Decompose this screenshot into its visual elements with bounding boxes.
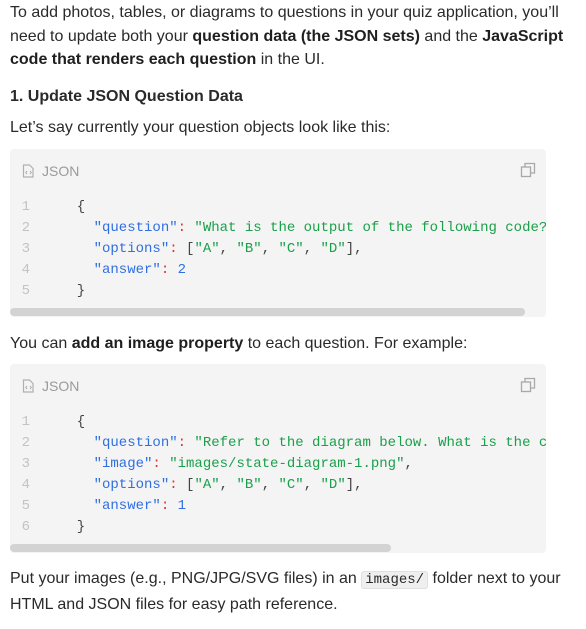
code-line: 5 "answer": 1 bbox=[10, 496, 546, 517]
line-number: 5 bbox=[21, 282, 30, 299]
line-number: 2 bbox=[21, 435, 30, 451]
scrollbar-thumb[interactable] bbox=[10, 544, 391, 552]
code-block-1: JSON 1 {2 "question": "What is the output… bbox=[10, 148, 546, 317]
code-token: "D" bbox=[320, 477, 346, 493]
code-token: , bbox=[219, 240, 237, 257]
text: Put your images (e.g., PNG/JPG/SVG files… bbox=[10, 570, 362, 587]
code-token: "answer" bbox=[60, 498, 161, 514]
code-token: : bbox=[160, 261, 170, 278]
line-number: 5 bbox=[21, 498, 30, 514]
code-token: "image" bbox=[60, 456, 153, 472]
language-label: JSON bbox=[42, 162, 80, 179]
code-block-2: JSON 1 {2 "question": "Refer to the diagr… bbox=[10, 364, 546, 553]
code-token: 2 bbox=[169, 261, 187, 278]
code-token: } bbox=[60, 282, 86, 299]
lead-paragraph: Let’s say currently your question object… bbox=[10, 119, 391, 136]
intro-paragraph: To add photos, tables, or diagrams to qu… bbox=[10, 0, 576, 72]
code-token: : bbox=[169, 477, 178, 493]
line-number: 3 bbox=[21, 240, 30, 257]
code-token: "question" bbox=[60, 219, 178, 236]
code-token: , bbox=[261, 477, 279, 493]
code-lines: 1 {2 "question": "What is the output of … bbox=[10, 193, 546, 308]
bold-text: add an image property bbox=[71, 334, 244, 352]
line-number: 2 bbox=[21, 219, 30, 236]
line-number: 1 bbox=[21, 198, 30, 215]
code-token: 1 bbox=[169, 498, 187, 514]
code-line: 4 "options": ["A", "B", "C", "D"], bbox=[10, 475, 546, 496]
language-label: JSON bbox=[42, 378, 80, 394]
section-heading: 1. Update JSON Question Data bbox=[10, 87, 243, 105]
code-line: 2 "question": "Refer to the diagram belo… bbox=[10, 433, 546, 454]
code-token: "B" bbox=[236, 477, 262, 493]
line-number: 4 bbox=[21, 261, 30, 278]
code-token: { bbox=[60, 414, 86, 430]
code-line: 3 "options": ["A", "B", "C", "D"], bbox=[10, 239, 546, 260]
code-token: "answer" bbox=[60, 261, 161, 278]
file-code-icon bbox=[22, 379, 34, 393]
code-line: 3 "image": "images/state-diagram-1.png", bbox=[10, 454, 546, 475]
code-token: "options" bbox=[60, 477, 170, 493]
code-token: [ bbox=[177, 240, 195, 257]
closing-paragraph: Put your images (e.g., PNG/JPG/SVG files… bbox=[10, 567, 576, 616]
code-token: "Refer to the diagram below. What is the… bbox=[194, 435, 546, 451]
code-token: } bbox=[60, 519, 86, 535]
scrollbar-thumb[interactable] bbox=[10, 307, 525, 316]
code-token: : bbox=[177, 435, 187, 451]
code-token: "A" bbox=[194, 240, 220, 257]
copy-icon[interactable] bbox=[520, 162, 536, 183]
code-token: "images/state-diagram-1.png" bbox=[160, 456, 405, 472]
line-number: 3 bbox=[21, 456, 30, 472]
line-number: 6 bbox=[21, 519, 30, 535]
text: to each question. For example: bbox=[243, 334, 468, 352]
code-line: 1 { bbox=[10, 412, 546, 433]
code-token: [ bbox=[177, 477, 195, 493]
text: You can bbox=[10, 334, 72, 352]
line-number: 1 bbox=[21, 414, 30, 430]
code-token: "question" bbox=[60, 435, 178, 451]
bold-text: question data (the JSON sets) bbox=[192, 27, 420, 45]
code-token: , bbox=[219, 477, 237, 493]
middle-paragraph: You can add an image property to each qu… bbox=[10, 332, 576, 356]
inline-code: images/ bbox=[361, 571, 429, 589]
code-token: : bbox=[169, 240, 178, 257]
code-token: "options" bbox=[60, 240, 170, 257]
horizontal-scrollbar[interactable] bbox=[10, 544, 546, 552]
text: in the UI. bbox=[256, 51, 325, 68]
code-line: 4 "answer": 2 bbox=[10, 260, 546, 281]
code-token: "A" bbox=[194, 477, 220, 493]
code-token: , bbox=[404, 456, 413, 472]
code-token: , bbox=[303, 240, 321, 257]
code-token: "B" bbox=[236, 240, 262, 257]
code-lines: 1 {2 "question": "Refer to the diagram b… bbox=[10, 408, 546, 544]
code-line: 2 "question": "What is the output of the… bbox=[10, 218, 546, 239]
code-line: 5 } bbox=[10, 281, 546, 302]
code-token: "D" bbox=[320, 240, 346, 257]
code-header: JSON bbox=[10, 149, 546, 193]
code-token: { bbox=[60, 198, 86, 215]
code-token: : bbox=[152, 456, 161, 472]
copy-icon[interactable] bbox=[520, 377, 536, 398]
text: and the bbox=[419, 27, 483, 45]
code-token: "What is the output of the following cod… bbox=[186, 219, 546, 236]
code-token: : bbox=[177, 219, 187, 236]
code-token: : bbox=[160, 498, 170, 514]
code-line: 1 { bbox=[10, 197, 546, 218]
code-token: ], bbox=[345, 477, 363, 493]
horizontal-scrollbar[interactable] bbox=[10, 307, 546, 316]
file-code-icon bbox=[22, 163, 34, 178]
chat-response: To add photos, tables, or diagrams to qu… bbox=[0, 0, 586, 616]
code-token: , bbox=[261, 240, 279, 257]
line-number: 4 bbox=[21, 477, 30, 493]
code-token: "C" bbox=[278, 477, 304, 493]
code-header: JSON bbox=[10, 364, 546, 408]
code-token: , bbox=[303, 477, 321, 493]
code-line: 6 } bbox=[10, 517, 546, 538]
code-token: ], bbox=[345, 240, 363, 257]
code-token: "C" bbox=[278, 240, 304, 257]
